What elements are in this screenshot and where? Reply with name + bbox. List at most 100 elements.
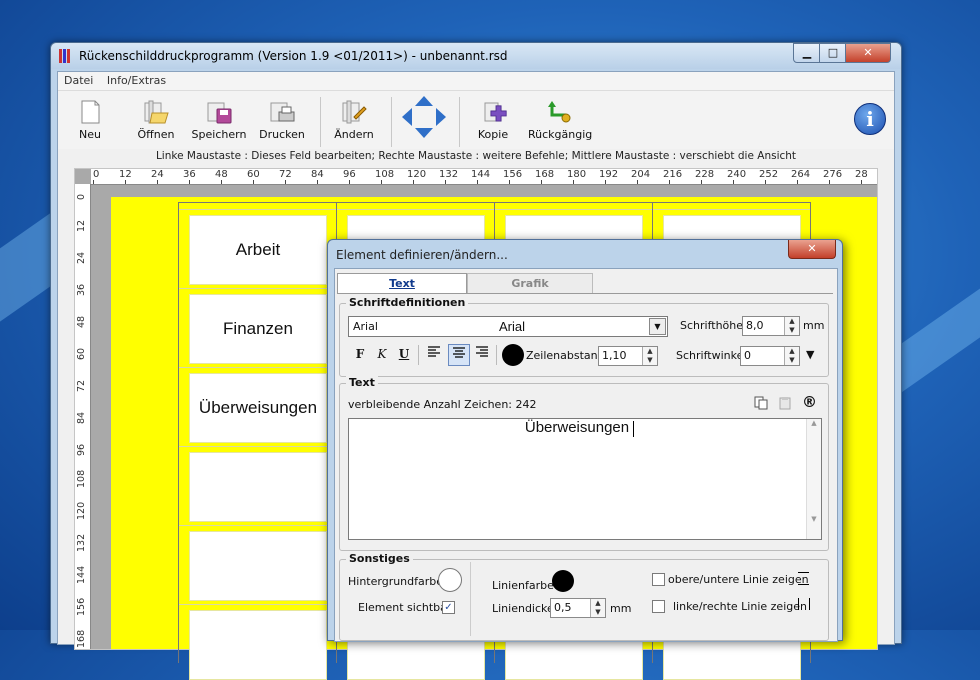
save-button[interactable]: Speichern — [189, 99, 249, 141]
toolbar-separator — [320, 97, 321, 147]
undo-icon — [544, 99, 572, 125]
italic-button[interactable]: K — [372, 344, 392, 364]
copy-text-icon[interactable] — [754, 396, 768, 410]
font-select[interactable]: Arial Arial ▼ — [348, 316, 668, 337]
ruler-tick — [669, 180, 670, 184]
spinner-arrows-icon[interactable]: ▲ ▼ — [784, 317, 799, 335]
copy-button[interactable]: Kopie — [463, 99, 523, 141]
tab-text[interactable]: Text — [337, 273, 467, 293]
ruler-tick — [349, 180, 350, 184]
text-input[interactable]: Überweisungen ▲ ▼ — [348, 418, 822, 540]
copy-plus-icon — [479, 99, 507, 125]
registered-symbol-button[interactable]: ® — [802, 393, 817, 411]
line-width-stepper[interactable]: 0,5 ▲ ▼ — [550, 598, 606, 618]
label-field[interactable]: Finanzen — [189, 294, 327, 364]
ruler-tick-label: 84 — [311, 169, 324, 180]
title-bar[interactable]: Rückenschilddruckprogramm (Version 1.9 <… — [51, 43, 901, 69]
align-right-icon[interactable] — [472, 344, 492, 364]
line-spacing-stepper[interactable]: 1,10 ▲ ▼ — [598, 346, 658, 366]
font-color-swatch[interactable] — [502, 344, 524, 366]
font-height-stepper[interactable]: 8,0 ▲ ▼ — [742, 316, 800, 336]
ruler-tick-label: 144 — [471, 169, 491, 180]
new-label: Neu — [79, 128, 101, 141]
ruler-tick-label: 132 — [76, 533, 87, 552]
undo-button[interactable]: Rückgängig — [528, 99, 592, 141]
ruler-tick-label: 180 — [567, 169, 587, 180]
ruler-tick-label: 276 — [823, 169, 843, 180]
ruler-tick — [221, 180, 222, 184]
paste-text-icon[interactable] — [778, 396, 792, 410]
align-center-icon[interactable] — [448, 344, 470, 366]
bold-button[interactable]: F — [350, 344, 370, 364]
font-select-value: Arial — [353, 320, 378, 333]
edit-icon — [340, 99, 368, 125]
edit-label: Ändern — [334, 128, 374, 141]
spinner-arrows-icon[interactable]: ▲ ▼ — [642, 347, 657, 365]
dialog-close-button[interactable]: ✕ — [788, 240, 836, 259]
print-label: Drucken — [259, 128, 305, 141]
format-separator — [496, 345, 497, 365]
vertical-ruler: 0 12 24 36 48 60 72 84 96 108 120 132 144 156 168 — [75, 184, 91, 649]
new-button[interactable]: Neu — [60, 99, 120, 141]
spinner-arrows-icon[interactable]: ▲ ▼ — [590, 599, 605, 617]
dialog-title: Element definieren/ändern... — [336, 248, 508, 262]
ruler-tick-label: 228 — [695, 169, 715, 180]
spinner-arrows-icon[interactable]: ▲ ▼ — [784, 347, 799, 365]
align-left-icon[interactable] — [424, 344, 444, 364]
print-button[interactable]: Drucken — [252, 99, 312, 141]
move-arrows-icon[interactable] — [400, 94, 448, 140]
app-icon — [59, 49, 73, 63]
ruler-tick — [509, 180, 510, 184]
info-icon[interactable]: i — [854, 103, 886, 135]
edit-button[interactable]: Ändern — [324, 99, 384, 141]
label-field[interactable]: Überweisungen — [189, 373, 327, 443]
ruler-tick-label: 216 — [663, 169, 683, 180]
toolbar-separator — [459, 97, 460, 147]
font-height-label: Schrifthöhe — [680, 319, 744, 332]
underline-button[interactable]: U — [394, 344, 414, 364]
ruler-tick-label: 0 — [76, 193, 87, 200]
line-color-swatch[interactable] — [552, 570, 574, 592]
ruler-tick-label: 36 — [183, 169, 196, 180]
element-visible-checkbox[interactable]: ✓ — [442, 601, 455, 614]
open-button[interactable]: Öffnen — [126, 99, 186, 141]
ruler-tick-label: 156 — [76, 597, 87, 616]
ruler-tick-label: 24 — [76, 251, 87, 264]
top-bottom-line-checkbox[interactable] — [652, 573, 665, 586]
new-document-icon — [76, 99, 104, 125]
close-button[interactable]: ✕ — [845, 43, 891, 63]
scrollbar[interactable]: ▲ ▼ — [806, 419, 821, 539]
ruler-tick-label: 252 — [759, 169, 779, 180]
menu-info-extras[interactable]: Info/Extras — [101, 72, 170, 87]
font-angle-stepper[interactable]: 0 ▲ ▼ — [740, 346, 800, 366]
ruler-tick-label: 96 — [343, 169, 356, 180]
open-folder-icon — [142, 99, 170, 125]
font-angle-label: Schriftwinkel — [676, 349, 747, 362]
minimize-button[interactable]: ▁ — [793, 43, 821, 63]
chevron-down-icon[interactable]: ▼ — [649, 318, 666, 335]
background-color-swatch[interactable] — [438, 568, 462, 592]
dialog-client: Text Grafik Schriftdefinitionen Arial Ar… — [334, 268, 838, 642]
ruler-tick-label: 12 — [76, 219, 87, 232]
maximize-button[interactable]: □ — [819, 43, 847, 63]
ruler-tick-label: 120 — [407, 169, 427, 180]
menu-bar: Datei Info/Extras — [58, 72, 894, 91]
ruler-tick-label: 36 — [76, 283, 87, 296]
ruler-tick — [765, 180, 766, 184]
label-field[interactable] — [189, 610, 327, 680]
label-field[interactable]: Arbeit — [189, 215, 327, 285]
save-icon — [205, 99, 233, 125]
expand-arrow-icon[interactable]: ▼ — [806, 348, 814, 361]
tab-grafik[interactable]: Grafik — [467, 273, 593, 294]
line-width-value: 0,5 — [554, 601, 572, 614]
left-right-line-checkbox[interactable] — [652, 600, 665, 613]
menu-datei[interactable]: Datei — [58, 72, 97, 87]
ruler-tick — [573, 180, 574, 184]
ruler-tick-label: 0 — [93, 169, 100, 180]
save-label: Speichern — [191, 128, 247, 141]
left-right-line-label: linke/rechte Linie zeigen — [673, 600, 807, 613]
label-field[interactable] — [189, 452, 327, 522]
ruler-tick — [381, 180, 382, 184]
label-field[interactable] — [189, 531, 327, 601]
ruler-tick-label: 144 — [76, 565, 87, 584]
